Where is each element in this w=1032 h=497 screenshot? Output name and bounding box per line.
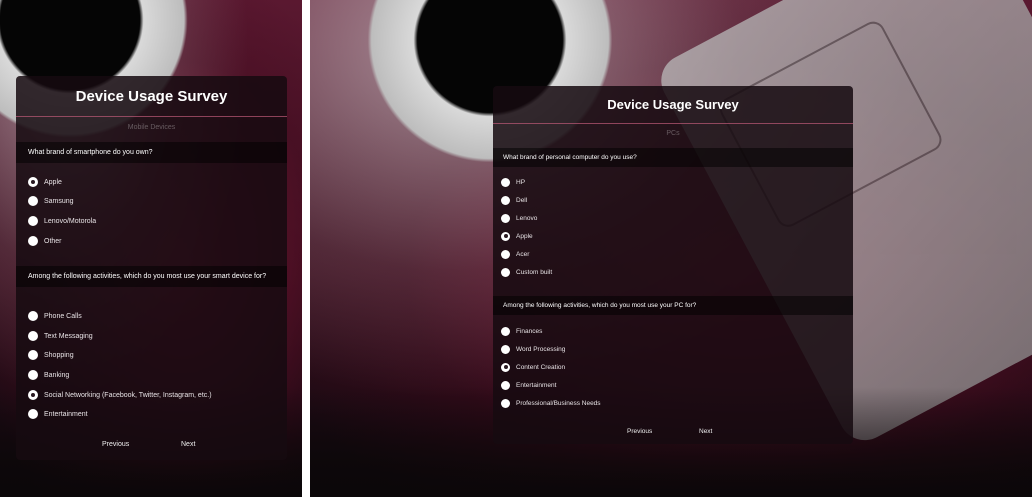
question-2: Among the following activities, which do… — [493, 296, 853, 315]
option-acer[interactable]: Acer — [501, 248, 529, 260]
radio-icon[interactable] — [28, 216, 38, 226]
title-divider — [16, 116, 287, 117]
radio-icon[interactable] — [501, 195, 510, 205]
radio-icon[interactable] — [28, 331, 38, 341]
option-lenovo-motorola[interactable]: Lenovo/Motorola — [28, 215, 96, 227]
radio-icon[interactable] — [28, 370, 38, 380]
option-dell[interactable]: Dell — [501, 194, 527, 206]
option-other[interactable]: Other — [28, 235, 62, 247]
option-entertainment[interactable]: Entertainment — [501, 379, 556, 391]
question-1: What brand of smartphone do you own? — [16, 142, 287, 163]
page-label: Mobile Devices — [127, 124, 176, 131]
radio-icon[interactable] — [28, 409, 38, 419]
option-social-networking[interactable]: Social Networking (Facebook, Twitter, In… — [28, 389, 212, 401]
next-button[interactable]: Next — [181, 441, 195, 448]
radio-icon[interactable] — [501, 398, 510, 408]
survey-title: Device Usage Survey — [607, 97, 739, 112]
next-button[interactable]: Next — [699, 428, 712, 435]
option-samsung[interactable]: Samsung — [28, 195, 74, 207]
option-apple[interactable]: Apple — [501, 230, 533, 242]
radio-icon[interactable] — [28, 196, 38, 206]
radio-icon[interactable] — [501, 326, 510, 336]
option-lenovo[interactable]: Lenovo — [501, 212, 537, 224]
option-apple[interactable]: Apple — [28, 176, 62, 188]
radio-icon[interactable] — [28, 350, 38, 360]
radio-icon[interactable] — [501, 380, 510, 390]
radio-icon[interactable] — [501, 249, 510, 259]
question-2: Among the following activities, which do… — [16, 266, 287, 287]
option-custom-built[interactable]: Custom built — [501, 266, 552, 278]
radio-icon[interactable] — [28, 236, 38, 246]
radio-selected-icon[interactable] — [501, 362, 510, 372]
option-content-creation[interactable]: Content Creation — [501, 361, 565, 373]
option-shopping[interactable]: Shopping — [28, 349, 74, 361]
radio-icon[interactable] — [501, 344, 510, 354]
radio-icon[interactable] — [501, 267, 510, 277]
radio-selected-icon[interactable] — [28, 390, 38, 400]
question-1: What brand of personal computer do you u… — [493, 148, 853, 167]
screen-divider — [302, 0, 310, 497]
previous-button[interactable]: Previous — [627, 428, 652, 435]
option-entertainment[interactable]: Entertainment — [28, 408, 88, 420]
radio-selected-icon[interactable] — [501, 231, 510, 241]
option-text-messaging[interactable]: Text Messaging — [28, 330, 93, 342]
option-word-processing[interactable]: Word Processing — [501, 343, 565, 355]
radio-icon[interactable] — [501, 177, 510, 187]
previous-button[interactable]: Previous — [102, 441, 129, 448]
survey-title: Device Usage Survey — [75, 88, 228, 105]
radio-selected-icon[interactable] — [28, 177, 38, 187]
radio-icon[interactable] — [501, 213, 510, 223]
radio-icon[interactable] — [28, 311, 38, 321]
survey-card-mobile: Device Usage Survey Mobile Devices What … — [16, 76, 287, 460]
option-finances[interactable]: Finances — [501, 325, 542, 337]
survey-card-pcs: Device Usage Survey PCs What brand of pe… — [493, 86, 853, 444]
option-phone-calls[interactable]: Phone Calls — [28, 310, 82, 322]
option-hp[interactable]: HP — [501, 176, 525, 188]
option-banking[interactable]: Banking — [28, 369, 69, 381]
page-label: PCs — [666, 130, 680, 137]
option-professional-business[interactable]: Professional/Business Needs — [501, 397, 601, 409]
title-divider — [493, 123, 853, 124]
